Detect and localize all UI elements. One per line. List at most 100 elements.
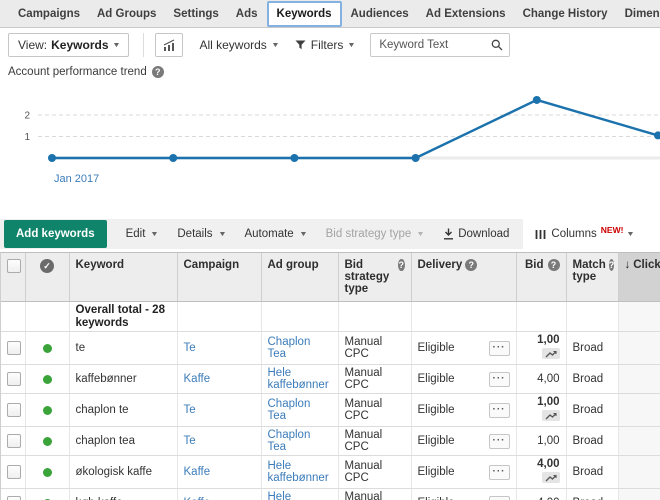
svg-text:Jan 2017: Jan 2017 bbox=[54, 173, 99, 185]
status-enabled-icon[interactable] bbox=[43, 437, 52, 446]
match-type-cell: Broad bbox=[566, 332, 618, 365]
bid-trend-icon[interactable] bbox=[542, 472, 560, 483]
details-menu[interactable]: Details bbox=[177, 228, 225, 240]
table-header-row: Keyword Campaign Ad group Bid strategy t… bbox=[1, 253, 660, 302]
bid-strategy-cell: Manual CPC bbox=[338, 394, 411, 427]
automate-menu[interactable]: Automate bbox=[244, 228, 306, 240]
header-keyword[interactable]: Keyword bbox=[69, 253, 177, 302]
select-all-checkbox[interactable] bbox=[7, 259, 21, 273]
status-enabled-icon[interactable] bbox=[43, 468, 52, 477]
ad-group-link[interactable]: Hele kaffebønner bbox=[268, 491, 329, 500]
chevron-down-icon bbox=[218, 231, 227, 238]
help-icon[interactable] bbox=[152, 66, 164, 78]
policy-details-button[interactable] bbox=[489, 372, 510, 387]
clicks-cell bbox=[618, 456, 660, 489]
filter-funnel-icon bbox=[295, 40, 306, 50]
header-delivery[interactable]: Delivery bbox=[411, 253, 516, 302]
campaign-link[interactable]: Te bbox=[184, 404, 196, 416]
header-checkbox-cell bbox=[1, 253, 25, 302]
tab-ad-extensions[interactable]: Ad Extensions bbox=[418, 0, 514, 28]
policy-details-button[interactable] bbox=[489, 434, 510, 449]
view-value: Keywords bbox=[51, 38, 108, 52]
policy-details-button[interactable] bbox=[489, 496, 510, 500]
search-icon[interactable] bbox=[491, 39, 503, 51]
status-enabled-icon[interactable] bbox=[43, 344, 52, 353]
new-badge: NEW! bbox=[601, 225, 624, 235]
bid-strategy-cell: Manual CPC bbox=[338, 456, 411, 489]
download-button[interactable]: Download bbox=[443, 228, 509, 240]
help-icon[interactable] bbox=[548, 259, 560, 271]
tab-change-history[interactable]: Change History bbox=[515, 0, 616, 28]
keyword-search-input[interactable] bbox=[377, 38, 491, 52]
match-type-cell: Broad bbox=[566, 456, 618, 489]
tab-campaigns[interactable]: Campaigns bbox=[10, 0, 88, 28]
performance-trend-chart: 1 2 Jan 2017 bbox=[0, 82, 660, 194]
row-checkbox[interactable] bbox=[7, 496, 21, 500]
tab-audiences[interactable]: Audiences bbox=[343, 0, 417, 28]
keyword-filter-dropdown[interactable]: All keywords bbox=[199, 38, 278, 52]
policy-details-button[interactable] bbox=[489, 465, 510, 480]
bid-strategy-cell: Manual CPC bbox=[338, 427, 411, 456]
header-ad-group[interactable]: Ad group bbox=[261, 253, 338, 302]
row-checkbox[interactable] bbox=[7, 372, 21, 386]
ad-group-link[interactable]: Chaplon Tea bbox=[268, 336, 311, 360]
clicks-cell bbox=[618, 365, 660, 394]
row-checkbox[interactable] bbox=[7, 434, 21, 448]
edit-menu[interactable]: Edit bbox=[126, 228, 159, 240]
policy-details-button[interactable] bbox=[489, 341, 510, 356]
ad-group-link[interactable]: Chaplon Tea bbox=[268, 429, 311, 453]
ad-group-link[interactable]: Hele kaffebønner bbox=[268, 367, 329, 391]
svg-text:2: 2 bbox=[24, 111, 30, 122]
campaign-link[interactable]: Kaffe bbox=[184, 373, 211, 385]
bid-trend-icon[interactable] bbox=[542, 348, 560, 359]
chevron-down-icon bbox=[299, 231, 308, 238]
sort-desc-icon bbox=[625, 259, 631, 271]
header-status-cell bbox=[25, 253, 69, 302]
view-selector[interactable]: View: Keywords bbox=[8, 33, 129, 57]
status-enabled-icon[interactable] bbox=[43, 406, 52, 415]
tab-ad-groups[interactable]: Ad Groups bbox=[89, 0, 164, 28]
match-type-cell: Broad bbox=[566, 394, 618, 427]
help-icon[interactable] bbox=[398, 259, 405, 271]
row-checkbox[interactable] bbox=[7, 465, 21, 479]
status-enabled-icon[interactable] bbox=[43, 375, 52, 384]
row-checkbox[interactable] bbox=[7, 403, 21, 417]
policy-details-button[interactable] bbox=[489, 403, 510, 418]
campaign-link[interactable]: Te bbox=[184, 342, 196, 354]
tab-settings[interactable]: Settings bbox=[165, 0, 226, 28]
ad-group-link[interactable]: Chaplon Tea bbox=[268, 398, 311, 422]
filters-dropdown[interactable]: Filters bbox=[295, 38, 356, 52]
clicks-cell bbox=[618, 332, 660, 365]
header-campaign[interactable]: Campaign bbox=[177, 253, 261, 302]
toggle-graph-button[interactable] bbox=[155, 33, 183, 57]
top-nav: Campaigns Ad Groups Settings Ads Keyword… bbox=[0, 0, 660, 28]
header-clicks-sorted[interactable]: Clicks bbox=[618, 253, 660, 302]
ad-group-link[interactable]: Hele kaffebønner bbox=[268, 460, 329, 484]
table-row: kaffebønner Kaffe Hele kaffebønner Manua… bbox=[1, 365, 660, 394]
table-toolbar-strip: Add keywords Edit Details Automate Bid s… bbox=[0, 219, 523, 249]
columns-menu[interactable]: Columns NEW! bbox=[535, 228, 634, 240]
tab-ads[interactable]: Ads bbox=[228, 0, 266, 28]
header-bid-strategy-type[interactable]: Bid strategy type bbox=[338, 253, 411, 302]
bid-strategy-cell: Manual CPC bbox=[338, 489, 411, 500]
match-type-cell: Broad bbox=[566, 365, 618, 394]
toolbar-divider bbox=[143, 33, 144, 57]
header-match-type[interactable]: Match type bbox=[566, 253, 618, 302]
status-check-icon[interactable] bbox=[40, 259, 54, 273]
tab-dimensions[interactable]: Dimensions bbox=[617, 0, 660, 28]
campaign-link[interactable]: Kaffe bbox=[184, 466, 211, 478]
bid-cell: 4,00 bbox=[516, 365, 566, 394]
help-icon[interactable] bbox=[609, 259, 615, 271]
table-row: økologisk kaffe Kaffe Hele kaffebønner M… bbox=[1, 456, 660, 489]
campaign-link[interactable]: Te bbox=[184, 435, 196, 447]
bid-trend-icon[interactable] bbox=[542, 410, 560, 421]
header-bid[interactable]: Bid bbox=[516, 253, 566, 302]
chart-title: Account performance trend bbox=[8, 66, 147, 78]
tab-keywords[interactable]: Keywords bbox=[267, 1, 342, 27]
svg-text:1: 1 bbox=[24, 132, 30, 143]
row-checkbox[interactable] bbox=[7, 341, 21, 355]
help-icon[interactable] bbox=[465, 259, 477, 271]
chevron-down-icon bbox=[112, 42, 121, 49]
add-keywords-button[interactable]: Add keywords bbox=[4, 220, 107, 248]
keyword-cell: te bbox=[69, 332, 177, 365]
